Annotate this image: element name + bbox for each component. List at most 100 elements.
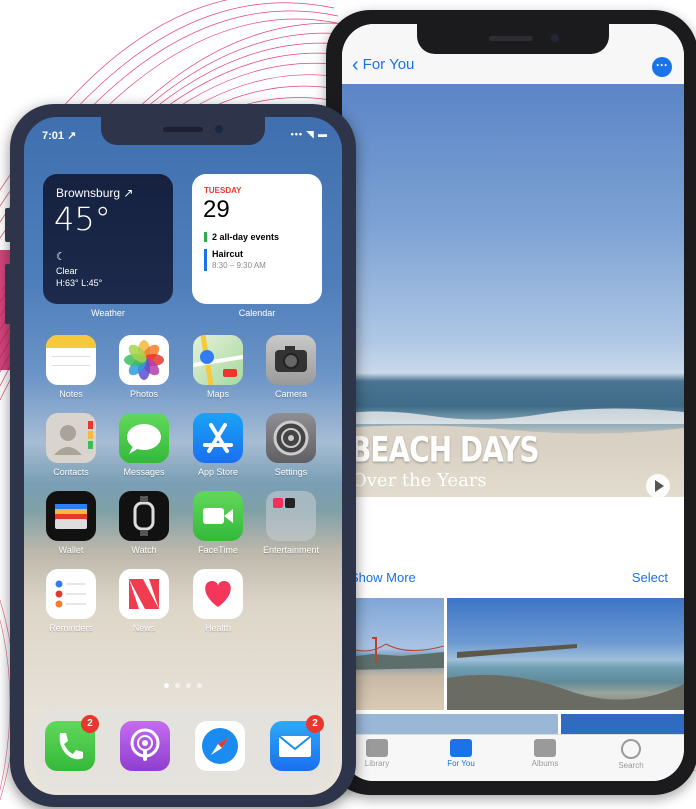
calendar-widget-label: Calendar bbox=[238, 308, 276, 318]
show-more-link[interactable]: Show More bbox=[350, 570, 416, 585]
event-time: 8:30 – 9:30 AM bbox=[212, 261, 266, 270]
calendar-event: Haircut 8:30 – 9:30 AM bbox=[204, 249, 266, 271]
event-title: Haircut bbox=[212, 249, 244, 259]
notch bbox=[101, 117, 265, 145]
facetime-icon bbox=[193, 491, 243, 541]
app-notes[interactable]: Notes bbox=[40, 335, 102, 399]
wallet-icon bbox=[46, 491, 96, 541]
phone-right: ‹ For You ··· BEACH DAYS Over the Years … bbox=[326, 10, 696, 795]
health-icon bbox=[193, 569, 243, 619]
app-label: Photos bbox=[129, 389, 159, 399]
maps-icon bbox=[193, 335, 243, 385]
home-screen: 7:01 ↗ ••• ◥ ▬ Brownsburg ↗ 45° ☾ Clear … bbox=[24, 117, 342, 795]
play-icon[interactable] bbox=[646, 474, 670, 498]
app-label: Entertainment bbox=[262, 545, 320, 555]
chevron-left-icon: ‹ bbox=[352, 53, 359, 76]
settings-icon bbox=[266, 413, 316, 463]
app-label: FaceTime bbox=[198, 545, 238, 555]
app-label: Watch bbox=[131, 545, 157, 555]
notification-badge: 2 bbox=[306, 715, 324, 733]
watch-icon bbox=[119, 491, 169, 541]
messages-icon bbox=[119, 413, 169, 463]
memory-title: BEACH DAYS bbox=[350, 429, 540, 471]
page-indicator[interactable] bbox=[24, 675, 342, 693]
app-label: App Store bbox=[197, 467, 239, 477]
phone-left: 7:01 ↗ ••• ◥ ▬ Brownsburg ↗ 45° ☾ Clear … bbox=[5, 104, 356, 807]
app-app-store[interactable]: App Store bbox=[187, 413, 249, 477]
side-button bbox=[5, 208, 11, 242]
moon-icon: ☾ bbox=[56, 251, 66, 263]
photo-thumbnail[interactable] bbox=[342, 714, 558, 734]
page-dot bbox=[175, 683, 180, 688]
app-reminders[interactable]: Reminders bbox=[40, 569, 102, 633]
app-maps[interactable]: Maps bbox=[187, 335, 249, 399]
app-label: Messages bbox=[123, 467, 165, 477]
calendar-day: TUESDAY bbox=[204, 186, 242, 195]
photo-thumbnail[interactable] bbox=[561, 714, 684, 734]
tab-for-you[interactable]: For You bbox=[426, 739, 496, 768]
app-label: Wallet bbox=[58, 545, 84, 555]
photos-app-screen: ‹ For You ··· BEACH DAYS Over the Years … bbox=[342, 24, 684, 781]
dock-app-podcasts[interactable] bbox=[114, 721, 176, 771]
tab-label: Search bbox=[618, 761, 644, 770]
more-icon[interactable]: ··· bbox=[652, 57, 672, 77]
app-photos[interactable]: Photos bbox=[113, 335, 175, 399]
library-icon bbox=[366, 739, 388, 757]
safari-icon bbox=[195, 721, 245, 771]
app-news[interactable]: News bbox=[113, 569, 175, 633]
weather-widget[interactable]: Brownsburg ↗ 45° ☾ Clear H:63° L:45° bbox=[43, 174, 173, 304]
tab-label: Library bbox=[364, 759, 390, 768]
app-label: News bbox=[132, 623, 156, 633]
tab-bar: Library For You Albums Search bbox=[342, 734, 684, 781]
app-camera[interactable]: Camera bbox=[260, 335, 322, 399]
contacts-icon bbox=[46, 413, 96, 463]
tab-label: For You bbox=[447, 759, 475, 768]
weather-hilo: H:63° L:45° bbox=[56, 278, 103, 288]
tab-label: Albums bbox=[531, 759, 559, 768]
tab-search[interactable]: Search bbox=[596, 739, 666, 770]
back-label: For You bbox=[362, 56, 415, 73]
status-icons: ••• ◥ ▬ bbox=[290, 129, 328, 139]
app-messages[interactable]: Messages bbox=[113, 413, 175, 477]
app-label: Reminders bbox=[49, 623, 93, 633]
app-label: Settings bbox=[274, 467, 308, 477]
search-icon bbox=[621, 739, 641, 759]
app-label: Notes bbox=[59, 389, 83, 399]
for-you-icon bbox=[450, 739, 472, 757]
photo-thumbnail[interactable] bbox=[342, 598, 444, 710]
app-entertainment-folder[interactable]: Entertainment bbox=[260, 491, 322, 555]
calendar-date: 29 bbox=[203, 196, 230, 223]
reminders-icon bbox=[46, 569, 96, 619]
app-contacts[interactable]: Contacts bbox=[40, 413, 102, 477]
albums-icon bbox=[534, 739, 556, 757]
app-store-icon bbox=[193, 413, 243, 463]
notification-badge: 2 bbox=[81, 715, 99, 733]
app-wallet[interactable]: Wallet bbox=[40, 491, 102, 555]
entertainment-folder-icon bbox=[266, 491, 316, 541]
app-health[interactable]: Health bbox=[187, 569, 249, 633]
back-button[interactable]: ‹ For You bbox=[352, 53, 415, 76]
dock-app-phone[interactable]: 2 bbox=[39, 715, 101, 771]
weather-city: Brownsburg ↗ bbox=[56, 186, 134, 200]
dock-app-mail[interactable]: 2 bbox=[264, 715, 326, 771]
calendar-event: 2 all-day events bbox=[204, 232, 279, 242]
podcasts-icon bbox=[120, 721, 170, 771]
photo-thumbnail[interactable] bbox=[447, 598, 684, 710]
calendar-widget[interactable]: TUESDAY 29 2 all-day events Haircut 8:30… bbox=[192, 174, 322, 304]
photos-icon bbox=[119, 335, 169, 385]
camera-icon bbox=[266, 335, 316, 385]
app-label: Maps bbox=[206, 389, 229, 399]
memory-subtitle: Over the Years bbox=[352, 470, 487, 491]
notch bbox=[417, 24, 609, 54]
app-watch[interactable]: Watch bbox=[113, 491, 175, 555]
weather-temp: 45° bbox=[54, 200, 111, 238]
app-facetime[interactable]: FaceTime bbox=[187, 491, 249, 555]
notes-icon bbox=[46, 335, 96, 385]
tab-albums[interactable]: Albums bbox=[510, 739, 580, 768]
dock: 2 2 bbox=[33, 707, 333, 789]
select-button[interactable]: Select bbox=[632, 570, 668, 585]
page-dot bbox=[164, 683, 169, 688]
dock-app-safari[interactable] bbox=[189, 721, 251, 771]
app-settings[interactable]: Settings bbox=[260, 413, 322, 477]
app-label: Camera bbox=[274, 389, 307, 399]
